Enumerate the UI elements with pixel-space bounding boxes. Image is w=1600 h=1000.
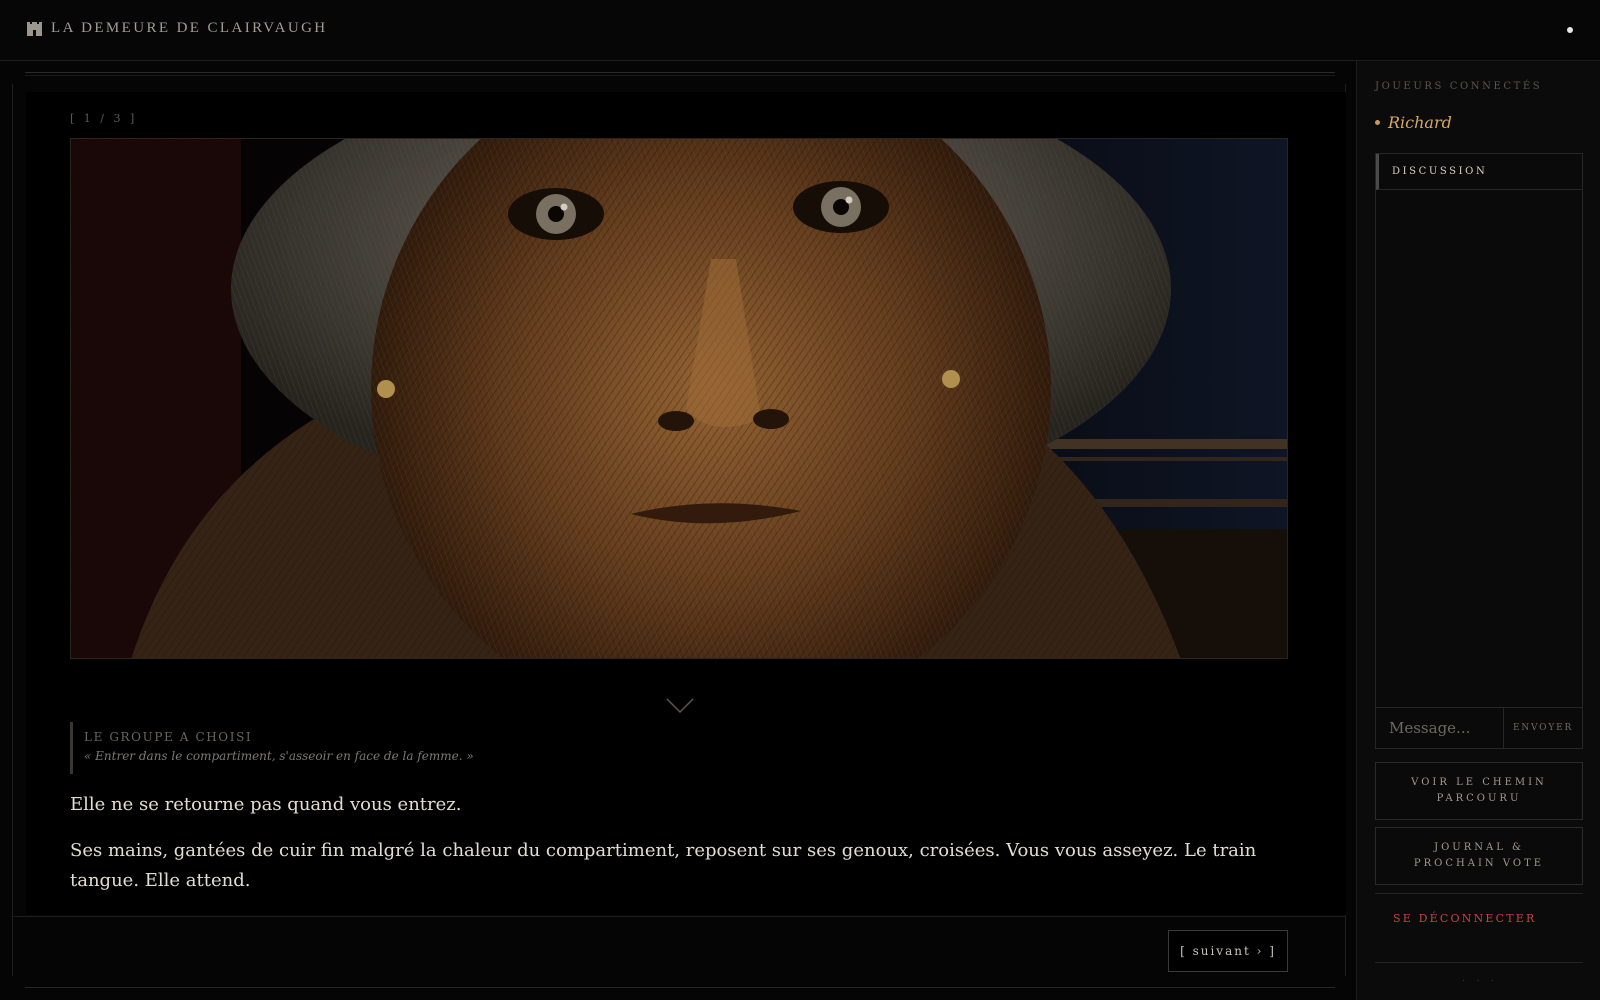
brand: LA DEMEURE DE CLAIRVAUGH [26, 20, 328, 37]
story-paragraph: Elle ne se retourne pas quand vous entre… [70, 794, 462, 815]
app-title: LA DEMEURE DE CLAIRVAUGH [51, 20, 328, 36]
chat-panel: DISCUSSION ENVOYER [1375, 153, 1583, 749]
sidebar-divider [1375, 893, 1583, 894]
castle-icon [26, 20, 43, 37]
logout-button[interactable]: SE DÉCONNECTER [1393, 912, 1537, 925]
sidebar-divider [1375, 962, 1583, 963]
bottom-divider [25, 987, 1335, 988]
chat-title: DISCUSSION [1376, 154, 1582, 190]
group-choice: LE GROUPE A CHOISI « Entrer dans le comp… [70, 722, 670, 774]
chat-input-row: ENVOYER [1376, 707, 1582, 748]
player-name: Richard [1388, 113, 1452, 132]
chat-message-input[interactable] [1376, 708, 1504, 748]
online-dot-icon [1375, 120, 1380, 125]
send-button[interactable]: ENVOYER [1504, 708, 1582, 748]
next-button[interactable]: [ suivant › ] [1168, 930, 1288, 972]
footer-divider [12, 916, 1346, 917]
player-item: Richard [1375, 113, 1452, 132]
top-divider [25, 72, 1335, 76]
scene-illustration [70, 138, 1288, 659]
group-choice-text: « Entrer dans le compartiment, s'asseoir… [84, 749, 474, 763]
chat-log[interactable] [1376, 190, 1582, 708]
group-choice-label: LE GROUPE A CHOISI [84, 730, 253, 744]
top-bar: LA DEMEURE DE CLAIRVAUGH [0, 0, 1600, 61]
story-paragraph: Ses mains, gantées de cuir fin malgré la… [70, 840, 1257, 891]
view-path-button[interactable]: VOIR LE CHEMIN PARCOURU [1375, 762, 1583, 820]
chevron-down-icon [666, 698, 694, 718]
scene-counter: [ 1 / 3 ] [70, 112, 138, 125]
status-dot [1567, 27, 1573, 33]
journal-vote-button[interactable]: JOURNAL & PROCHAIN VOTE [1375, 827, 1583, 885]
sidebar-footer: · · · [1462, 976, 1498, 987]
players-title: JOUEURS CONNECTÉS [1375, 81, 1543, 92]
